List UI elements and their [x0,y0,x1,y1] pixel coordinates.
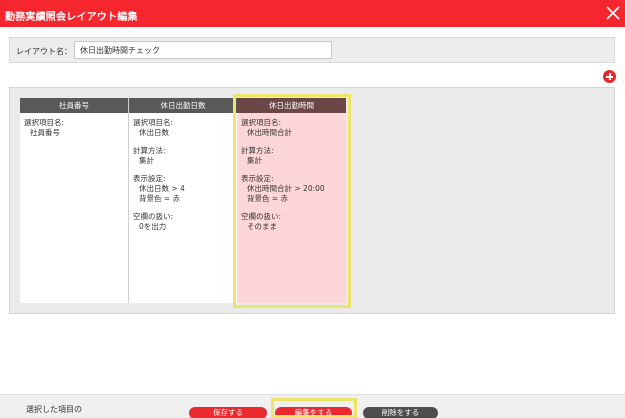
layout-name-label: レイアウト名： [16,47,72,56]
item-name-label: 選択項目名: [133,118,174,127]
delete-button[interactable]: 削除をする [363,407,438,418]
display-setting-color: 背景色 = 赤 [139,194,181,203]
window-title: 勤務実績照会レイアウト編集 [5,12,138,23]
edit-button-highlight [271,398,357,418]
display-setting-label: 表示設定: [133,174,166,183]
item-name-value: 休出日数 [139,128,169,137]
column-header: 休日出勤日数 [129,98,237,113]
display-setting-condition: 休出日数 > 4 [139,184,185,193]
plus-circle-icon[interactable] [603,70,616,83]
column-holiday-work-days[interactable]: 休日出勤日数 選択項目名: 休出日数 計算方法: 集計 表示設定: 休出日数 >… [129,98,238,303]
item-name-label: 選択項目名: [24,118,65,127]
close-icon[interactable] [605,5,621,21]
blank-handling-label: 空欄の扱い: [133,212,174,221]
status-text: 選択した項目の [26,405,82,414]
blank-handling-value: 0を出力 [139,222,167,231]
calc-method-label: 計算方法: [133,146,166,155]
title-bar: 勤務実績照会レイアウト編集 [0,0,625,27]
calc-method-value: 集計 [139,156,154,165]
column-header: 社員番号 [20,98,128,113]
item-name-value: 社員番号 [30,128,60,137]
save-button[interactable]: 保存する [189,407,267,418]
layout-name-input[interactable] [74,41,332,59]
selected-column-highlight [233,94,351,308]
column-employee-number[interactable]: 社員番号 選択項目名: 社員番号 [20,98,129,303]
layout-name-row: レイアウト名： [9,37,615,63]
